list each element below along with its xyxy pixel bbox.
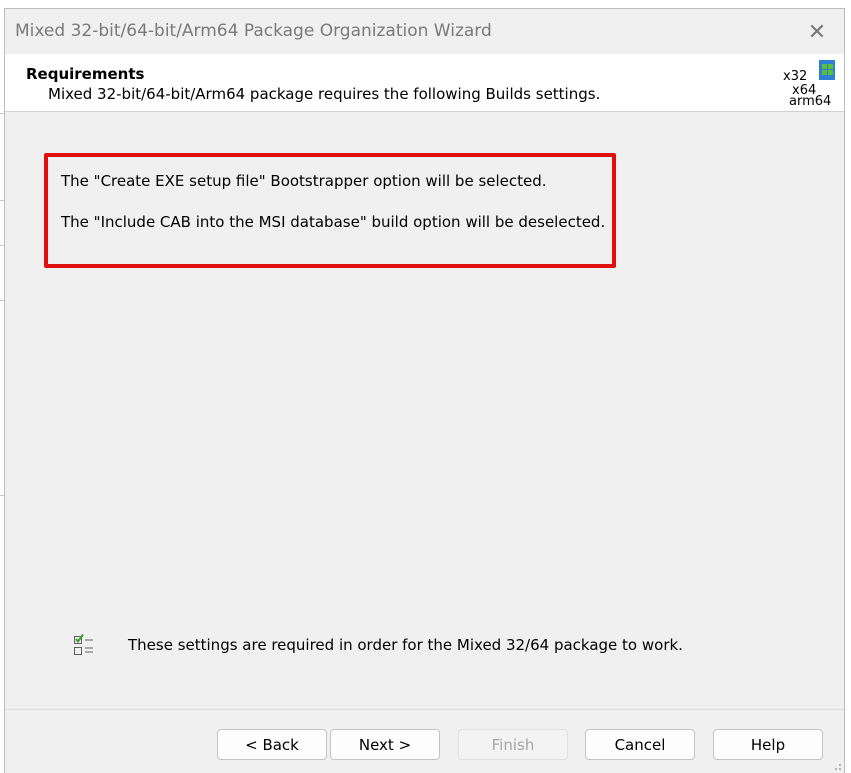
requirement-cab-deselected: The "Include CAB into the MSI database" … — [61, 213, 606, 231]
checklist-icon — [74, 633, 93, 655]
arch-label-arm64: arm64 — [789, 94, 832, 109]
close-button[interactable]: ✕ — [800, 15, 834, 49]
requirements-note: These settings are required in order for… — [128, 636, 683, 654]
requirements-highlight-box: The "Create EXE setup file" Bootstrapper… — [44, 153, 616, 268]
wizard-header: Requirements Mixed 32-bit/64-bit/Arm64 p… — [5, 54, 844, 112]
button-divider — [5, 709, 844, 710]
finish-button: Finish — [458, 729, 568, 760]
page-title: Requirements — [26, 65, 145, 83]
package-grid-icon — [819, 60, 835, 80]
help-button[interactable]: Help — [713, 729, 823, 760]
page-subtitle: Mixed 32-bit/64-bit/Arm64 package requir… — [48, 85, 601, 103]
wizard-content: The "Create EXE setup file" Bootstrapper… — [5, 112, 844, 697]
cancel-button[interactable]: Cancel — [585, 729, 695, 760]
wizard-dialog: Mixed 32-bit/64-bit/Arm64 Package Organi… — [4, 8, 845, 773]
back-button[interactable]: < Back — [217, 729, 327, 760]
close-icon: ✕ — [807, 19, 827, 45]
resize-grip-icon[interactable] — [830, 759, 842, 771]
next-button[interactable]: Next > — [330, 729, 440, 760]
arch-label-x32: x32 — [783, 69, 808, 84]
title-bar[interactable]: Mixed 32-bit/64-bit/Arm64 Package Organi… — [5, 9, 844, 54]
window-title: Mixed 32-bit/64-bit/Arm64 Package Organi… — [15, 21, 492, 41]
requirement-exe-bootstrapper: The "Create EXE setup file" Bootstrapper… — [61, 172, 547, 190]
architecture-icon: x32 x64 arm64 — [783, 60, 835, 109]
